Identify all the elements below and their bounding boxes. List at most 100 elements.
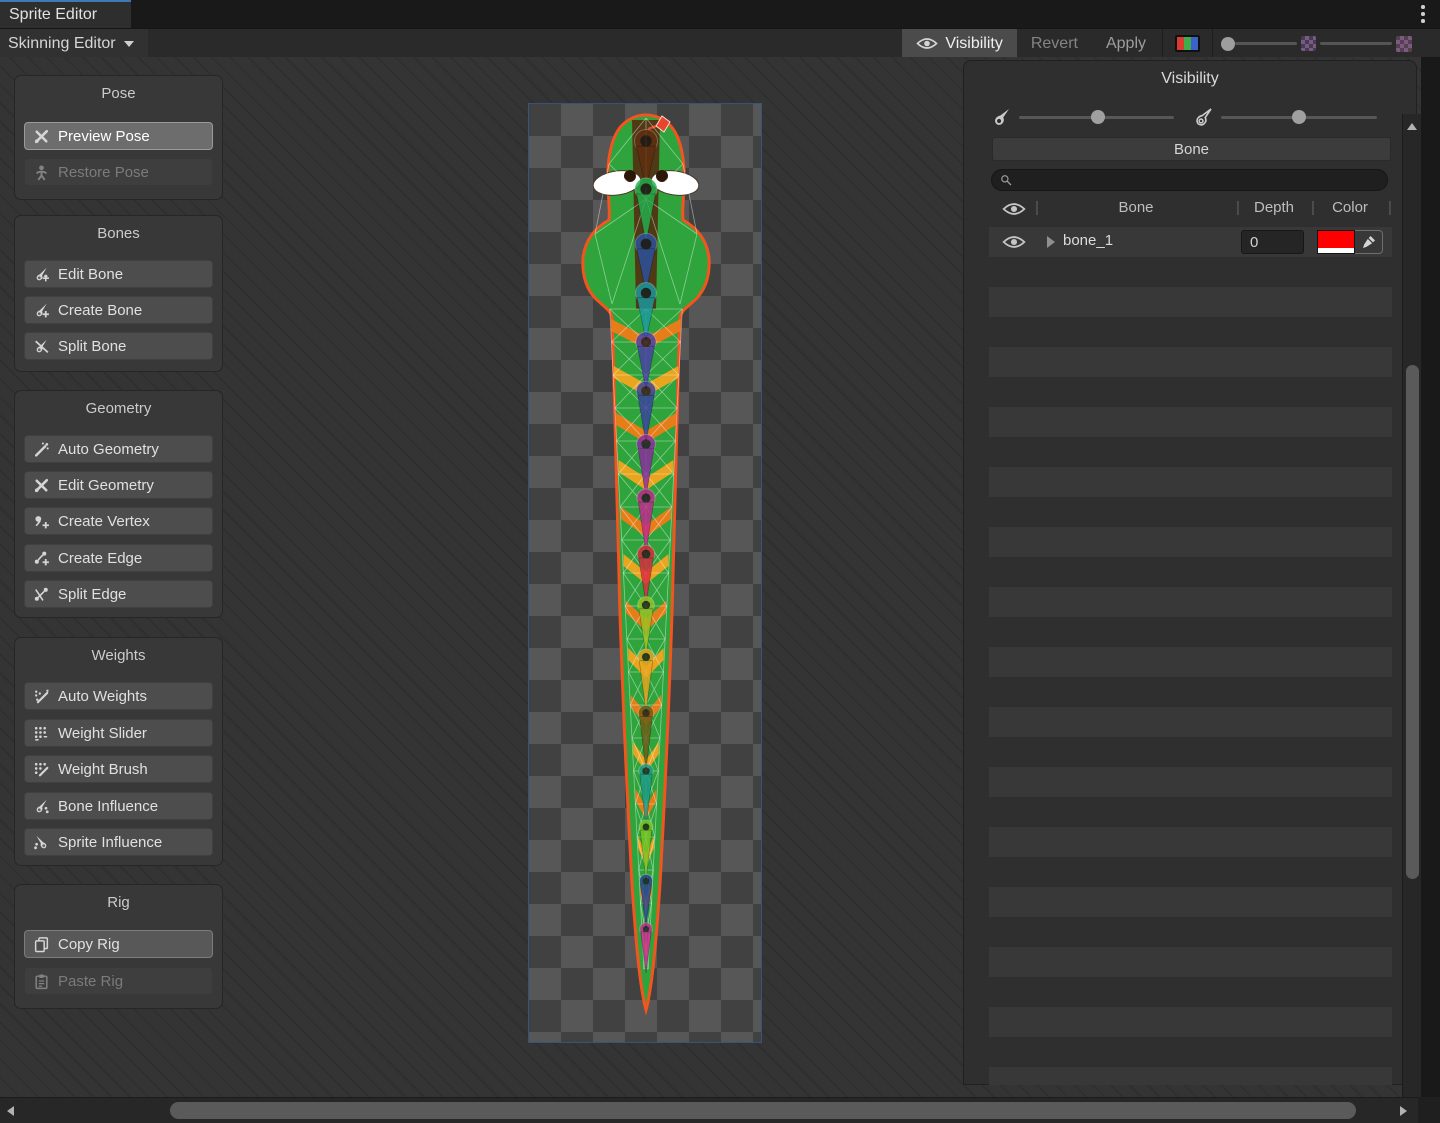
sprite-influence-icon [33, 834, 50, 851]
horizontal-scrollbar[interactable] [0, 1097, 1418, 1123]
toolbar: Skinning Editor Visibility Revert Apply [0, 28, 1440, 57]
visibility-toggle-button[interactable]: Visibility [902, 29, 1017, 58]
column-divider: | [1388, 199, 1392, 216]
restore-pose-icon [33, 164, 50, 181]
skinning-editor-window: Sprite Editor Skinning Editor Visibility… [0, 0, 1440, 1123]
bone-color-swatch[interactable] [1317, 230, 1355, 254]
toolbar-right-group: Visibility Revert Apply [902, 29, 1418, 58]
split-edge-button[interactable]: Split Edge [24, 580, 213, 608]
visibility-label: Visibility [945, 35, 1003, 53]
preview-pose-button[interactable]: Preview Pose [24, 122, 213, 150]
weight-slider-icon [33, 725, 50, 742]
apply-label: Apply [1106, 35, 1146, 53]
sprite-influence-button[interactable]: Sprite Influence [24, 828, 213, 856]
vertical-scrollbar[interactable] [1402, 114, 1421, 1123]
sprite-opacity-knob[interactable] [1221, 37, 1235, 51]
copy-rig-button[interactable]: Copy Rig [24, 930, 213, 958]
weights-section-title: Weights [15, 638, 222, 664]
kebab-menu-icon[interactable] [1416, 4, 1430, 24]
split-edge-icon [33, 586, 50, 603]
visibility-panel: Visibility Bone | Bone | Depth | Color | [963, 60, 1417, 1085]
editor-mode-label: Skinning Editor [8, 35, 116, 53]
auto-weights-button[interactable]: Auto Weights [24, 682, 213, 710]
mesh-opacity-icon [1192, 106, 1214, 128]
color-channels-button[interactable] [1165, 29, 1210, 58]
eye-icon [916, 35, 938, 52]
horizontal-scroll-thumb[interactable] [170, 1102, 1356, 1119]
weight-brush-button[interactable]: Weight Brush [24, 755, 213, 783]
column-depth: Depth [1237, 199, 1311, 216]
bone-opacity-icon [990, 106, 1012, 128]
title-bar: Sprite Editor [0, 0, 1440, 28]
bones-section-title: Bones [15, 216, 222, 242]
mesh-opacity-track[interactable] [1320, 42, 1392, 45]
bones-section: Bones Edit Bone Create Bone Split Bone [14, 215, 223, 372]
snake-sprite [529, 104, 763, 1044]
pose-section: Pose Preview Pose Restore Pose [14, 75, 223, 200]
sprite-checker-icon [1301, 36, 1316, 51]
toolbar-separator [1162, 29, 1163, 58]
chevron-down-icon [124, 41, 134, 47]
weight-slider-button[interactable]: Weight Slider [24, 719, 213, 747]
restore-pose-button[interactable]: Restore Pose [24, 158, 213, 186]
weight-brush-icon [33, 761, 50, 778]
tab-sprite-editor[interactable]: Sprite Editor [0, 0, 131, 28]
weights-section: Weights Auto Weights Weight Slider Weigh… [14, 637, 223, 866]
copy-icon [33, 936, 50, 953]
mesh-opacity-knob[interactable] [1292, 110, 1306, 124]
editor-mode-dropdown[interactable]: Skinning Editor [0, 29, 148, 58]
tab-bone[interactable]: Bone [992, 137, 1391, 161]
bone-influence-button[interactable]: Bone Influence [24, 792, 213, 820]
bone-search-field[interactable] [991, 169, 1388, 191]
edit-bone-icon [33, 266, 50, 283]
edit-bone-button[interactable]: Edit Bone [24, 260, 213, 288]
visibility-panel-title: Visibility [964, 61, 1416, 88]
create-vertex-icon [33, 513, 50, 530]
bone-row[interactable]: bone_1 0 [989, 227, 1392, 257]
revert-button[interactable]: Revert [1017, 29, 1092, 58]
sprite-opacity-track[interactable] [1235, 42, 1297, 45]
sprite-opacity-slider [1215, 29, 1418, 58]
column-bone: Bone [1036, 199, 1236, 216]
scroll-right-arrow[interactable] [1394, 1102, 1412, 1120]
vertical-scroll-thumb[interactable] [1406, 365, 1419, 879]
create-bone-icon [33, 302, 50, 319]
apply-button[interactable]: Apply [1092, 29, 1160, 58]
create-edge-icon [33, 550, 50, 567]
split-bone-button[interactable]: Split Bone [24, 332, 213, 360]
eyedropper-icon [1362, 235, 1376, 249]
geometry-section-title: Geometry [15, 391, 222, 417]
bone-name-label: bone_1 [1063, 232, 1113, 249]
bone-list [989, 227, 1392, 1085]
split-bone-icon [33, 338, 50, 355]
column-color: Color [1312, 199, 1388, 216]
paste-icon [33, 973, 50, 990]
edit-geometry-icon [33, 477, 50, 494]
depth-field[interactable]: 0 [1241, 230, 1304, 254]
tab-sprite-editor-label: Sprite Editor [9, 6, 97, 24]
scroll-left-arrow[interactable] [1, 1102, 19, 1120]
scroll-up-arrow[interactable] [1403, 117, 1421, 135]
bone-influence-icon [33, 798, 50, 815]
main-area: Pose Preview Pose Restore Pose Bones Edi… [0, 57, 1421, 1097]
search-input[interactable] [1019, 172, 1379, 188]
sprite-canvas[interactable] [528, 103, 762, 1043]
auto-geometry-icon [33, 441, 50, 458]
rig-section-title: Rig [15, 885, 222, 911]
edit-geometry-button[interactable]: Edit Geometry [24, 471, 213, 499]
preview-pose-icon [33, 128, 50, 145]
auto-geometry-button[interactable]: Auto Geometry [24, 435, 213, 463]
search-icon [1000, 174, 1013, 187]
header-eye-icon [1002, 201, 1026, 217]
expand-arrow-icon[interactable] [1047, 236, 1055, 248]
scrollbar-corner [1418, 1097, 1440, 1123]
rig-section: Rig Copy Rig Paste Rig [14, 884, 223, 1009]
create-vertex-button[interactable]: Create Vertex [24, 507, 213, 535]
paste-rig-button[interactable]: Paste Rig [24, 967, 213, 995]
eyedropper-button[interactable] [1355, 230, 1383, 254]
row-visibility-eye-icon[interactable] [1002, 234, 1026, 250]
rgb-channels-icon [1175, 35, 1200, 52]
create-edge-button[interactable]: Create Edge [24, 544, 213, 572]
create-bone-button[interactable]: Create Bone [24, 296, 213, 324]
bone-opacity-knob[interactable] [1091, 110, 1105, 124]
